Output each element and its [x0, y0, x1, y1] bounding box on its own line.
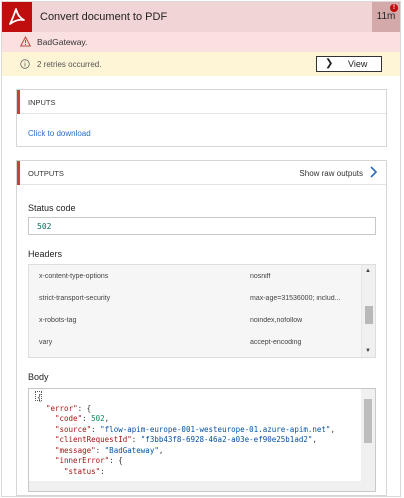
- inputs-title: INPUTS: [28, 98, 56, 107]
- code-token: "innerError": [55, 456, 110, 465]
- warning-triangle-icon: [20, 36, 31, 47]
- table-row: strict-transport-security max-age=315360…: [29, 289, 359, 311]
- code-token: ,: [330, 424, 335, 434]
- code-token: "flow-apim-europe-001-westeurope-01.azur…: [100, 424, 331, 434]
- duration-badge: 11m !: [372, 2, 400, 32]
- code-token: 502: [91, 414, 105, 423]
- table-row: vary accept-encoding: [29, 333, 359, 355]
- outputs-title: OUTPUTS: [28, 169, 64, 178]
- header-key: x-robots-tag: [39, 317, 77, 324]
- view-retries-button[interactable]: ❯ View: [316, 56, 382, 72]
- code-token: : {: [77, 403, 92, 413]
- code-token: :: [131, 435, 141, 444]
- code-token: "source": [55, 424, 92, 434]
- retry-banner: 2 retries occurred. ❯ View: [2, 52, 400, 76]
- code-token: "BadGateway": [104, 445, 159, 455]
- header-value: accept-encoding: [250, 339, 302, 346]
- error-text: BadGateway.: [37, 37, 88, 47]
- body-horizontal-scrollbar[interactable]: [29, 481, 363, 491]
- inputs-panel: INPUTS Click to download: [16, 89, 387, 147]
- header-value: nosniff: [250, 273, 271, 280]
- body-code-viewer[interactable]: {"error": {"code": 502, "source": "flow-a…: [28, 388, 376, 492]
- inputs-header: INPUTS: [17, 90, 386, 114]
- code-token: ,: [104, 414, 110, 423]
- accent-bar: [17, 161, 20, 185]
- code-token: {: [37, 393, 42, 402]
- retry-text: 2 retries occurred.: [37, 60, 102, 69]
- header-value: noindex,nofollow: [250, 317, 303, 324]
- download-link[interactable]: Click to download: [28, 129, 91, 138]
- body-label: Body: [28, 372, 49, 382]
- code-line: "source": "flow-apim-europe-001-westeuro…: [37, 425, 335, 436]
- outputs-header: OUTPUTS Show raw outputs: [17, 161, 386, 185]
- code-token: "code": [55, 414, 83, 423]
- outputs-panel: OUTPUTS Show raw outputs Status code 502…: [16, 160, 387, 496]
- code-token: : {: [109, 456, 123, 465]
- notification-badge: !: [390, 4, 398, 12]
- error-banner: BadGateway.: [2, 32, 400, 52]
- status-code-value: 502: [37, 222, 52, 231]
- headers-scrollbar[interactable]: ▲ ▼: [361, 265, 375, 357]
- headers-label: Headers: [28, 249, 63, 259]
- code-line: "clientRequestId": "f3bb43f8-6928-46a2-a…: [37, 435, 335, 446]
- header-key: x-content-type-options: [39, 273, 109, 280]
- table-row: x-content-type-options nosniff: [29, 267, 359, 289]
- code-token: :: [100, 466, 110, 476]
- code-token: :: [95, 445, 105, 455]
- body-scrollbar[interactable]: [361, 389, 375, 491]
- accent-bar: [17, 90, 20, 114]
- code-token: "message": [55, 445, 96, 455]
- duration-text: 11m: [376, 11, 396, 22]
- code-token: "error": [46, 403, 78, 413]
- scroll-down-icon[interactable]: ▼: [365, 348, 371, 354]
- code-token: :: [82, 414, 92, 423]
- code-token: "clientRequestId": [55, 435, 132, 444]
- status-code-label: Status code: [28, 203, 76, 213]
- scroll-up-icon[interactable]: ▲: [365, 268, 371, 274]
- header-value: max-age=31536000; includ...: [250, 295, 341, 302]
- acrobat-icon: [2, 2, 32, 32]
- chevron-right-icon: ❯: [325, 58, 334, 69]
- headers-table[interactable]: x-content-type-options nosniff strict-tr…: [28, 264, 376, 358]
- code-token: ,: [158, 445, 164, 455]
- code-line: "code": 502,: [37, 414, 335, 425]
- code-line: "status":: [37, 467, 335, 478]
- code-line: "message": "BadGateway",: [37, 446, 335, 457]
- json-body: {"error": {"code": 502, "source": "flow-a…: [37, 393, 335, 477]
- code-line: {: [37, 393, 335, 404]
- code-token: ,: [312, 435, 317, 444]
- code-token: "status": [64, 466, 101, 476]
- header-key: vary: [39, 339, 53, 346]
- status-code-field[interactable]: 502: [28, 217, 376, 235]
- info-circle-icon: [20, 59, 30, 69]
- header-key: strict-transport-security: [39, 295, 111, 302]
- chevron-right-icon[interactable]: [369, 165, 379, 179]
- scroll-thumb[interactable]: [364, 399, 372, 443]
- table-row: x-robots-tag noindex,nofollow: [29, 311, 359, 333]
- action-card: Convert document to PDF 11m ! BadGateway…: [1, 1, 401, 497]
- code-token: :: [91, 424, 101, 434]
- view-label: View: [348, 59, 368, 69]
- show-raw-outputs-link[interactable]: Show raw outputs: [299, 169, 363, 178]
- action-title: Convert document to PDF: [40, 11, 168, 23]
- code-line: "error": {: [37, 404, 335, 415]
- action-header[interactable]: Convert document to PDF 11m !: [2, 2, 400, 32]
- scroll-thumb[interactable]: [365, 305, 373, 324]
- code-token: "f3bb43f8-6928-46a2-a03e-ef90e25b1ad2": [140, 435, 313, 444]
- code-line: "innerError": {: [37, 456, 335, 467]
